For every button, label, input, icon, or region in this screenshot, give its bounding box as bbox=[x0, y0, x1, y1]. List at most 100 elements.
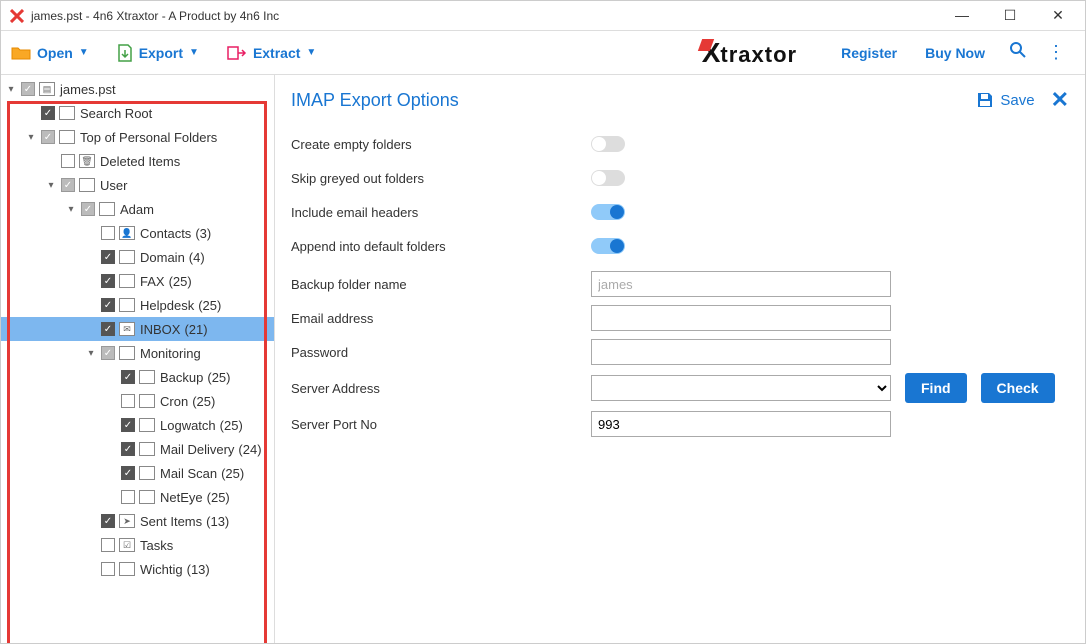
server-address-select[interactable] bbox=[591, 375, 891, 401]
include-headers-toggle[interactable] bbox=[591, 204, 625, 220]
close-window-button[interactable]: ✕ bbox=[1043, 7, 1073, 24]
tree-row[interactable]: ▸✓Backup (25) bbox=[1, 365, 274, 389]
tree-count: (24) bbox=[238, 442, 261, 457]
checkbox-icon[interactable]: ✓ bbox=[101, 514, 115, 528]
folder-icon bbox=[119, 298, 135, 312]
backup-name-label: Backup folder name bbox=[291, 277, 591, 292]
checkbox-icon[interactable] bbox=[121, 490, 135, 504]
checkbox-icon[interactable]: ✓ bbox=[121, 370, 135, 384]
checkbox-icon[interactable]: ✓ bbox=[101, 274, 115, 288]
tree-row[interactable]: ▸NetEye (25) bbox=[1, 485, 274, 509]
tree-row[interactable]: ▸✓Mail Scan (25) bbox=[1, 461, 274, 485]
checkbox-icon[interactable]: ✓ bbox=[101, 346, 115, 360]
tree-count: (25) bbox=[169, 274, 192, 289]
tree-row[interactable]: ▸✓Logwatch (25) bbox=[1, 413, 274, 437]
server-port-input[interactable] bbox=[591, 411, 891, 437]
skip-greyed-toggle[interactable] bbox=[591, 170, 625, 186]
tree-row[interactable]: ▸✓Search Root bbox=[1, 101, 274, 125]
tree-label: NetEye bbox=[160, 490, 203, 505]
skip-greyed-label: Skip greyed out folders bbox=[291, 171, 591, 186]
create-empty-toggle[interactable] bbox=[591, 136, 625, 152]
tree-count: (4) bbox=[189, 250, 205, 265]
checkbox-icon[interactable]: ✓ bbox=[101, 298, 115, 312]
checkbox-icon[interactable] bbox=[121, 394, 135, 408]
tree-count: (25) bbox=[198, 298, 221, 313]
tree-row[interactable]: ▸✓Mail Delivery (24) bbox=[1, 437, 274, 461]
tree-label: Mail Scan bbox=[160, 466, 217, 481]
chevron-down-icon: ▼ bbox=[306, 47, 316, 58]
buy-now-link[interactable]: Buy Now bbox=[925, 45, 985, 61]
password-label: Password bbox=[291, 345, 591, 360]
tree-label: Helpdesk bbox=[140, 298, 194, 313]
expand-arrow-icon[interactable]: ▾ bbox=[65, 204, 77, 215]
tree-row[interactable]: ▾✓Top of Personal Folders bbox=[1, 125, 274, 149]
main-toolbar: Open ▼ Export ▼ Extract ▼ Xtraxtor Regis… bbox=[1, 31, 1085, 75]
search-icon[interactable] bbox=[1009, 41, 1027, 64]
tree-row[interactable]: ▾ ✓ User bbox=[1, 173, 274, 197]
checkbox-icon[interactable] bbox=[61, 154, 75, 168]
tree-row[interactable]: ▸✓FAX (25) bbox=[1, 269, 274, 293]
expand-arrow-icon[interactable]: ▾ bbox=[45, 180, 57, 191]
tree-row[interactable]: ▾✓Monitoring bbox=[1, 341, 274, 365]
maximize-button[interactable]: ☐ bbox=[995, 7, 1025, 24]
expand-arrow-icon[interactable]: ▾ bbox=[85, 348, 97, 359]
tree-row[interactable]: ▾✓▤james.pst bbox=[1, 77, 274, 101]
tasks-icon: ☑ bbox=[119, 538, 135, 552]
checkbox-icon[interactable]: ✓ bbox=[101, 250, 115, 264]
tree-label: User bbox=[100, 178, 127, 193]
tree-count: (25) bbox=[221, 466, 244, 481]
checkbox-icon[interactable]: ✓ bbox=[121, 466, 135, 480]
checkbox-icon[interactable]: ✓ bbox=[61, 178, 75, 192]
contacts-icon: 👤 bbox=[119, 226, 135, 240]
tree-label: Wichtig bbox=[140, 562, 183, 577]
check-button[interactable]: Check bbox=[981, 373, 1055, 403]
backup-name-input[interactable] bbox=[591, 271, 891, 297]
extract-menu[interactable]: Extract ▼ bbox=[227, 45, 316, 61]
tree-row[interactable]: ▸✓✉INBOX (21) bbox=[1, 317, 274, 341]
checkbox-icon[interactable]: ✓ bbox=[121, 418, 135, 432]
checkbox-icon[interactable]: ✓ bbox=[121, 442, 135, 456]
append-default-toggle[interactable] bbox=[591, 238, 625, 254]
close-panel-button[interactable]: ✕ bbox=[1051, 87, 1069, 113]
checkbox-icon[interactable]: ✓ bbox=[101, 322, 115, 336]
checkbox-icon[interactable] bbox=[101, 538, 115, 552]
folder-icon bbox=[139, 466, 155, 480]
tree-row[interactable]: ▸Cron (25) bbox=[1, 389, 274, 413]
tree-row[interactable]: ▸Wichtig (13) bbox=[1, 557, 274, 581]
create-empty-label: Create empty folders bbox=[291, 137, 591, 152]
tree-row[interactable]: ▸✓Domain (4) bbox=[1, 245, 274, 269]
tree-row[interactable]: ▸🗑Deleted Items bbox=[1, 149, 274, 173]
checkbox-icon[interactable]: ✓ bbox=[41, 130, 55, 144]
find-button[interactable]: Find bbox=[905, 373, 967, 403]
expand-arrow-icon[interactable]: ▾ bbox=[25, 132, 37, 143]
checkbox-icon[interactable] bbox=[101, 226, 115, 240]
checkbox-icon[interactable]: ✓ bbox=[41, 106, 55, 120]
more-menu-icon[interactable]: ⋮ bbox=[1047, 42, 1065, 63]
save-button[interactable]: Save bbox=[976, 91, 1034, 109]
checkbox-icon[interactable] bbox=[101, 562, 115, 576]
tree-label: INBOX bbox=[140, 322, 180, 337]
tree-label: Domain bbox=[140, 250, 185, 265]
export-menu[interactable]: Export ▼ bbox=[117, 44, 199, 62]
tree-row[interactable]: ▸✓➤Sent Items (13) bbox=[1, 509, 274, 533]
tree-row[interactable]: ▸☑Tasks bbox=[1, 533, 274, 557]
expand-arrow-icon[interactable]: ▾ bbox=[5, 84, 17, 95]
tree-label: Backup bbox=[160, 370, 203, 385]
open-label: Open bbox=[37, 45, 73, 61]
tree-row[interactable]: ▸👤Contacts (3) bbox=[1, 221, 274, 245]
export-label: Export bbox=[139, 45, 183, 61]
email-input[interactable] bbox=[591, 305, 891, 331]
tree-count: (3) bbox=[195, 226, 211, 241]
open-menu[interactable]: Open ▼ bbox=[11, 45, 89, 61]
checkbox-icon[interactable]: ✓ bbox=[21, 82, 35, 96]
register-link[interactable]: Register bbox=[841, 45, 897, 61]
tree-row[interactable]: ▸✓Helpdesk (25) bbox=[1, 293, 274, 317]
tree-row[interactable]: ▾✓Adam bbox=[1, 197, 274, 221]
tree-label: FAX bbox=[140, 274, 165, 289]
minimize-button[interactable]: — bbox=[947, 7, 977, 24]
folder-tree[interactable]: ▾✓▤james.pst▸✓Search Root▾✓Top of Person… bbox=[1, 77, 274, 581]
password-input[interactable] bbox=[591, 339, 891, 365]
tree-count: (21) bbox=[184, 322, 207, 337]
checkbox-icon[interactable]: ✓ bbox=[81, 202, 95, 216]
tree-label: Deleted Items bbox=[100, 154, 180, 169]
